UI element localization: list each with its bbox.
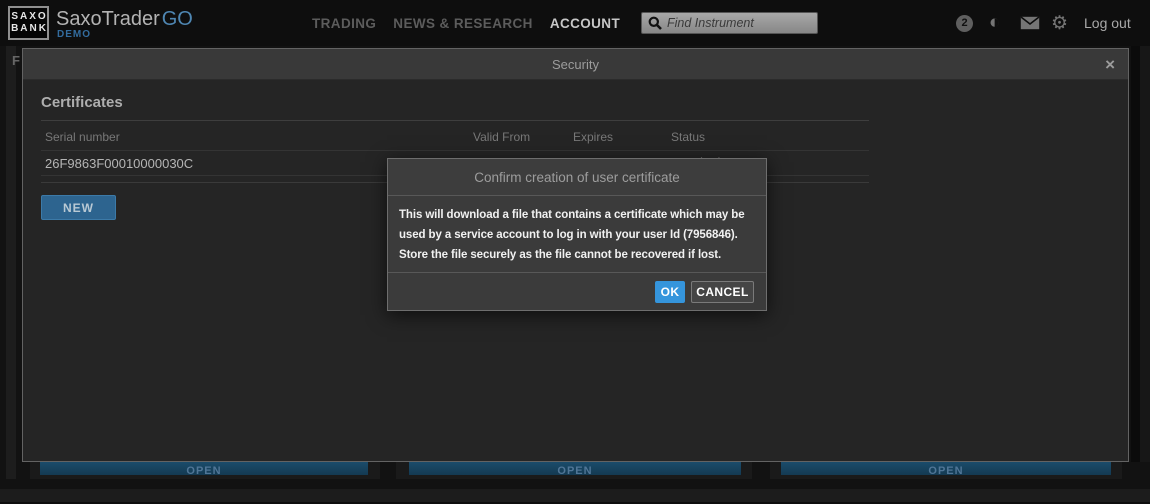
security-modal-titlebar: Security × [23, 49, 1128, 80]
logo-line-bank: BANK [9, 23, 48, 35]
main-nav: TRADING NEWS & RESEARCH ACCOUNT [312, 0, 620, 46]
cancel-button[interactable]: CANCEL [691, 281, 754, 303]
open-button[interactable]: OPEN [409, 461, 741, 475]
column-header-valid-from: Valid From [473, 130, 530, 144]
log-out-button[interactable]: Log out [1084, 0, 1131, 46]
logo-line-saxo: SAXO [9, 11, 47, 23]
notifications-button[interactable]: 2 [956, 0, 973, 46]
background-partial-text: F [12, 53, 20, 68]
certificates-heading: Certificates [41, 94, 869, 121]
confirm-dialog-footer: OK CANCEL [388, 272, 766, 310]
dialog-text-line: used by a service account to log in with… [399, 225, 755, 245]
settings-gear-icon[interactable]: ⚙ [1051, 0, 1068, 46]
confirm-dialog-body: This will download a file that contains … [388, 196, 766, 272]
top-bar: SAXO BANK SaxoTraderGO DEMO TRADING NEWS… [0, 0, 1150, 46]
mail-icon[interactable] [1020, 0, 1040, 46]
app-title: SaxoTraderGO [56, 8, 193, 31]
certificates-table-header: Serial number Valid From Expires Status [41, 121, 869, 151]
open-button-label: OPEN [557, 465, 592, 477]
notification-count-badge: 2 [956, 15, 973, 32]
saxo-bank-logo[interactable]: SAXO BANK [8, 6, 49, 40]
security-modal-title: Security [552, 57, 599, 72]
ok-button[interactable]: OK [655, 281, 685, 303]
dialog-text-line: This will download a file that contains … [399, 205, 755, 225]
open-button[interactable]: OPEN [40, 461, 368, 475]
nav-account[interactable]: ACCOUNT [550, 16, 620, 31]
app-title-go: GO [162, 8, 193, 30]
open-button[interactable]: OPEN [781, 461, 1111, 475]
search-icon [648, 16, 662, 30]
background-bottom-band [0, 479, 1150, 489]
background-right-strip-dark [1131, 46, 1140, 462]
dialog-text-line: Store the file securely as the file cann… [399, 245, 755, 265]
open-button-label: OPEN [186, 465, 221, 477]
nav-trading[interactable]: TRADING [312, 16, 376, 31]
new-certificate-button[interactable]: NEW [41, 195, 116, 220]
search-input[interactable] [667, 16, 807, 30]
close-icon[interactable]: × [1105, 49, 1115, 80]
demo-badge: DEMO [57, 29, 91, 40]
confirm-dialog-titlebar: Confirm creation of user certificate [388, 159, 766, 196]
contrast-theme-icon[interactable]: ◐ [989, 0, 1000, 46]
open-button-label: OPEN [928, 465, 963, 477]
background-bottom-strip [0, 489, 1150, 502]
certificate-serial-number: 26F9863F00010000030C [45, 156, 193, 171]
column-header-serial-number: Serial number [45, 130, 120, 144]
nav-news-research[interactable]: NEWS & RESEARCH [393, 16, 533, 31]
background-left-strip [6, 46, 16, 504]
confirm-dialog-title: Confirm creation of user certificate [474, 170, 680, 185]
instrument-search[interactable] [641, 12, 818, 34]
app-title-name: SaxoTrader [56, 8, 160, 30]
column-header-status: Status [671, 130, 705, 144]
confirm-certificate-dialog: Confirm creation of user certificate Thi… [387, 158, 767, 311]
background-right-strip-light [1140, 46, 1150, 462]
column-header-expires: Expires [573, 130, 613, 144]
